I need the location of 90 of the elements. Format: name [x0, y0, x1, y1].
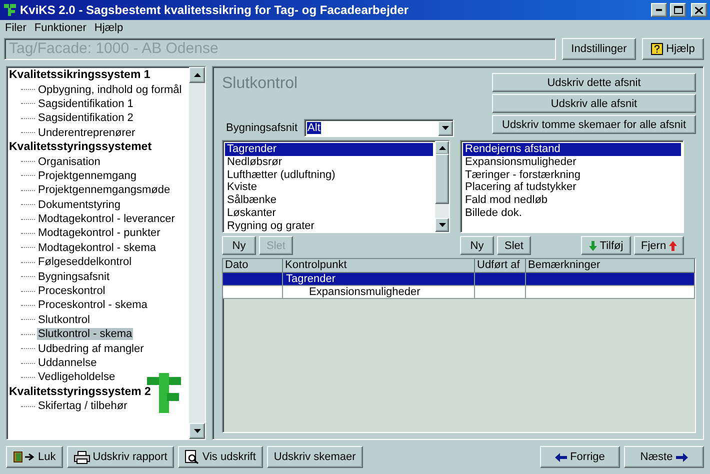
- scroll-up-icon: [438, 146, 446, 150]
- tree-item[interactable]: Proceskontrol - skema: [37, 299, 148, 312]
- list-item[interactable]: Fald mod nedløb: [463, 194, 681, 207]
- list-item[interactable]: Sålbænke: [225, 194, 433, 207]
- maximize-icon: [674, 6, 682, 14]
- list-button[interactable]: Slet: [497, 236, 531, 255]
- field-label: Bygningsafsnit: [226, 122, 298, 134]
- print-button[interactable]: Udskriv dette afsnit: [492, 73, 696, 92]
- tree-item[interactable]: Sagsidentifikation 2: [37, 112, 134, 124]
- list-item[interactable]: Placering af tudstykker: [463, 181, 681, 194]
- tree-group[interactable]: Kvalitetsstyringssystem 2: [9, 384, 187, 399]
- tree-item[interactable]: Bygningsafsnit: [37, 270, 111, 283]
- tree-item[interactable]: Projektgennemgang: [37, 170, 138, 182]
- list-item[interactable]: Rygning og grater: [225, 220, 433, 232]
- tree-item[interactable]: Underentreprenører: [37, 126, 136, 139]
- building-section-dropdown[interactable]: Alt: [304, 119, 454, 137]
- list-button[interactable]: Ny: [460, 236, 494, 255]
- tree-item[interactable]: Proceskontrol: [37, 285, 106, 298]
- scrollbar[interactable]: [189, 67, 205, 439]
- scroll-down-icon: [442, 126, 449, 130]
- list-item[interactable]: Løskanter: [225, 206, 433, 220]
- minimize-button[interactable]: [651, 3, 667, 17]
- tree-item[interactable]: Udbedring af mangler: [37, 342, 145, 355]
- list-item[interactable]: Tagrender: [225, 143, 433, 156]
- app-logo-icon: [3, 3, 17, 17]
- toolbar-button[interactable]: Udskriv skemaer: [266, 446, 363, 468]
- table-cell: Tagrender: [283, 273, 475, 286]
- tree-item[interactable]: Følgeseddelkontrol: [37, 256, 133, 268]
- list-item[interactable]: Expansionsmuligheder: [463, 156, 681, 169]
- tree-item[interactable]: Modtagekontrol - skema: [37, 242, 157, 254]
- tree-item[interactable]: Organisation: [37, 156, 102, 168]
- column-header[interactable]: Dato: [223, 259, 283, 273]
- scrollbar[interactable]: [435, 141, 449, 232]
- tree-group[interactable]: Kvalitetssikringssystem 1: [9, 68, 187, 82]
- down-arrow-icon: [588, 240, 597, 250]
- help-button[interactable]: Hjælp: [642, 38, 704, 60]
- door-exit-icon: [13, 451, 35, 463]
- help-icon: [651, 43, 664, 55]
- tree-item[interactable]: Modtagekontrol - leverancer: [37, 213, 176, 226]
- tree-item[interactable]: Sagsidentifikation 1: [37, 98, 134, 110]
- window-title: KviKS 2.0 - Sagsbestemt kvalitetssikring for Tag- og Facadearbejder: [20, 3, 410, 17]
- section-heading: Slutkontrol: [222, 75, 299, 93]
- tree-item[interactable]: Projektgennemgangsmøde: [37, 184, 172, 196]
- list-item[interactable]: Lufthætter (udluftning): [225, 168, 433, 182]
- list-button[interactable]: Fjern: [634, 236, 684, 255]
- close-icon: [695, 6, 703, 14]
- parts-list[interactable]: Tagrender Nedløbsrør Lufthætter (udluftning) Kviste Sålbænke Løskanter Rygning og grater: [222, 140, 450, 233]
- tree-item[interactable]: Uddannelse: [37, 357, 98, 369]
- list-item[interactable]: Nedløbsrør: [225, 156, 433, 169]
- tree-item[interactable]: Skifertag / tilbehør: [37, 400, 128, 412]
- tree-item[interactable]: Vedligeholdelse: [37, 371, 116, 384]
- close-button[interactable]: [691, 3, 707, 17]
- table-cell: Expansionsmuligheder: [283, 286, 475, 299]
- toolbar-button[interactable]: Luk: [6, 446, 63, 468]
- menu-item[interactable]: Hjælp: [94, 22, 124, 34]
- column-header[interactable]: Udført af: [475, 259, 526, 273]
- print-button[interactable]: Udskriv alle afsnit: [492, 94, 696, 113]
- scroll-up-icon: [194, 73, 200, 77]
- maximize-button[interactable]: [670, 3, 686, 17]
- minimize-icon: [656, 9, 662, 11]
- scroll-down-icon: [194, 429, 200, 433]
- toolbar-button[interactable]: Forrige: [540, 446, 620, 468]
- menu-item[interactable]: Filer: [5, 22, 26, 34]
- tree-group[interactable]: Kvalitetsstyringssystemet: [9, 140, 187, 154]
- checkpoints-list[interactable]: Rendejerns afstand Expansionsmuligheder Tæringer - forstærkning Placering af tudstykker Fald mod nedløb Billede dok.: [460, 140, 684, 233]
- print-button[interactable]: Udskriv tomme skemaer for alle afsnit: [492, 115, 696, 134]
- list-item[interactable]: Billede dok.: [463, 206, 681, 220]
- list-item[interactable]: Tæringer - forstærkning: [463, 168, 681, 182]
- list-item[interactable]: Kviste: [225, 181, 433, 194]
- left-arrow-icon: [555, 452, 568, 462]
- tree-item[interactable]: Dokumentstyring: [37, 198, 122, 211]
- right-arrow-icon: [676, 452, 688, 462]
- scroll-down-icon: [438, 223, 446, 227]
- printer-icon: [74, 450, 90, 464]
- tree-item[interactable]: Slutkontrol - skema: [37, 328, 134, 340]
- toolbar-button[interactable]: Næste: [624, 446, 704, 468]
- list-button[interactable]: Tilføj: [581, 236, 631, 255]
- magnifier-page-icon: [185, 450, 200, 464]
- tree-item[interactable]: Slutkontrol: [37, 314, 91, 326]
- up-arrow-icon: [669, 240, 677, 250]
- list-item[interactable]: Rendejerns afstand: [463, 143, 681, 156]
- column-header[interactable]: Kontrolpunkt: [283, 259, 475, 273]
- tree-item[interactable]: Modtagekontrol - punkter: [37, 227, 162, 240]
- list-button[interactable]: Ny: [222, 236, 256, 255]
- tree-item[interactable]: Opbygning, indhold og formål: [37, 84, 183, 96]
- toolbar-button[interactable]: Udskriv rapport: [66, 446, 174, 468]
- toolbar-button[interactable]: Vis udskrift: [178, 446, 263, 468]
- column-header[interactable]: Bemærkninger: [526, 259, 695, 273]
- menu-item[interactable]: Funktioner: [34, 22, 86, 34]
- settings-button[interactable]: Indstillinger: [562, 38, 636, 60]
